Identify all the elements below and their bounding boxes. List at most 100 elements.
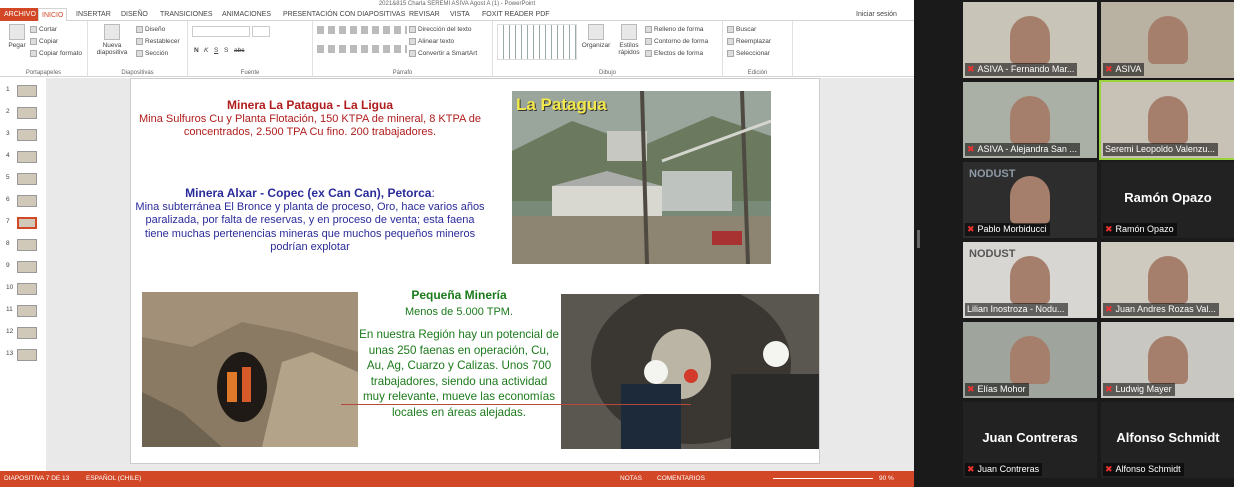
participant-name-tag: ✖ Ludwig Mayer [1103, 383, 1175, 396]
block2-colon: : [431, 186, 435, 200]
slide-thumbnail[interactable]: 5 [2, 170, 44, 188]
participant-tile[interactable]: NODUST Lilian Inostroza - Nodu... [963, 242, 1097, 318]
shapes-gallery[interactable] [497, 24, 577, 60]
tab-foxit[interactable]: FOXIT READER PDF [482, 8, 550, 21]
copy-label: Copiar [39, 38, 59, 46]
bold-button[interactable]: N [194, 47, 199, 54]
shape-fill-button[interactable]: Relleno de forma [645, 26, 704, 33]
block2-title: Minera Alxar - Copec (ex Can Can), Petor… [185, 186, 432, 200]
thumbnail-preview [17, 349, 37, 361]
muted-mic-icon: ✖ [967, 144, 975, 154]
brush-icon [30, 50, 37, 57]
format-painter-button[interactable]: Copiar formato [30, 50, 82, 57]
tab-vista[interactable]: VISTA [450, 8, 470, 21]
thumbnail-preview [17, 107, 37, 119]
group-label: Edición [747, 70, 768, 76]
copy-button[interactable]: Copiar [30, 38, 58, 45]
slide-thumbnail[interactable]: 10 [2, 280, 44, 298]
tab-animaciones[interactable]: ANIMACIONES [222, 8, 271, 21]
group-label: Portapapeles [25, 70, 62, 76]
paste-button[interactable]: Pegar [2, 24, 32, 49]
shape-effects-button[interactable]: Efectos de forma [645, 50, 703, 57]
tab-inicio[interactable]: INICIO [38, 8, 68, 21]
slide-thumbnail[interactable]: 2 [2, 104, 44, 122]
font-size-box[interactable] [252, 26, 270, 37]
tab-archivo[interactable]: ARCHIVO [0, 8, 40, 21]
reset-button[interactable]: Restablecer [136, 38, 180, 45]
alignment-row[interactable] [317, 45, 407, 53]
cut-button[interactable]: Cortar [30, 26, 57, 33]
participant-tile[interactable]: Alfonso Schmidt ✖ Alfonso Schmidt [1101, 402, 1234, 478]
participant-name: ASIVA - Fernando Mar... [977, 64, 1075, 74]
slide-thumbnail[interactable]: 11 [2, 302, 44, 320]
participant-tile[interactable]: ✖ ASIVA - Fernando Mar... [963, 2, 1097, 78]
tab-revisar[interactable]: REVISAR [409, 8, 440, 21]
muted-mic-icon: ✖ [1105, 304, 1113, 314]
slide-thumbnail[interactable]: 12 [2, 324, 44, 342]
comments-button[interactable]: COMENTARIOS [657, 471, 705, 487]
thumbnail-preview [17, 239, 37, 251]
participant-tile[interactable]: ✖ ASIVA - Alejandra San ... [963, 82, 1097, 158]
participant-name-large: Juan Contreras [982, 430, 1078, 445]
participant-name-tag: ✖ Alfonso Schmidt [1103, 463, 1184, 476]
participant-tile[interactable]: NODUST ✖ Pablo Morbiducci [963, 162, 1097, 238]
zoom-slider[interactable] [773, 478, 873, 479]
participant-name-tag: ✖ Ramón Opazo [1103, 223, 1177, 236]
new-slide-button[interactable]: Nueva diapositiva [92, 24, 132, 56]
tunnel-workers-photo [561, 284, 819, 449]
layout-button[interactable]: Diseño [136, 26, 165, 33]
participant-tile[interactable]: ✖ Juan Andres Rozas Val... [1101, 242, 1234, 318]
participant-tile[interactable]: Juan Contreras ✖ Juan Contreras [963, 402, 1097, 478]
thumbnail-preview [17, 151, 37, 163]
text-direction-button[interactable]: Dirección del texto [409, 26, 471, 33]
participant-tile[interactable]: ✖ ASIVA [1101, 2, 1234, 78]
participant-name-tag: Lilian Inostroza - Nodu... [965, 303, 1068, 316]
sign-in-link[interactable]: Iniciar sesión [856, 8, 897, 21]
participant-tile[interactable]: Ramón Opazo ✖ Ramón Opazo [1101, 162, 1234, 238]
notes-button[interactable]: NOTAS [620, 471, 642, 487]
tab-transiciones[interactable]: TRANSICIONES [160, 8, 213, 21]
tab-diseno[interactable]: DISEÑO [121, 8, 148, 21]
participant-tile[interactable]: ✖ Ludwig Mayer [1101, 322, 1234, 398]
strikethrough-button[interactable]: abc [234, 47, 244, 54]
underline-button[interactable]: S [214, 47, 218, 54]
participant-video [1148, 96, 1188, 144]
slide-thumbnail[interactable]: 13 [2, 346, 44, 364]
slide-thumbnail[interactable]: 3 [2, 126, 44, 144]
quick-styles-button[interactable]: Estilos rápidos [613, 24, 645, 56]
find-button[interactable]: Buscar [727, 26, 756, 33]
tab-presentacion[interactable]: PRESENTACIÓN CON DIAPOSITIVAS [283, 8, 405, 21]
format-painter-label: Copiar formato [39, 50, 82, 58]
replace-button[interactable]: Reemplazar [727, 38, 771, 45]
participant-tile[interactable]: ✖ Elías Mohor [963, 322, 1097, 398]
slide-thumbnail[interactable]: 1 [2, 82, 44, 100]
tab-insertar[interactable]: INSERTAR [76, 8, 111, 21]
participant-name-tag: Seremi Leopoldo Valenzu... [1103, 143, 1218, 156]
participant-name-tag: ✖ Juan Andres Rozas Val... [1103, 303, 1219, 316]
language-indicator[interactable]: ESPAÑOL (CHILE) [86, 471, 141, 487]
smartart-label: Convertir a SmartArt [418, 50, 478, 58]
participant-name: Pablo Morbiducci [977, 224, 1047, 234]
slide-thumbnail[interactable]: 4 [2, 148, 44, 166]
italic-button[interactable]: K [204, 47, 208, 54]
splitter-handle[interactable] [917, 230, 920, 248]
shadow-button[interactable]: S [224, 47, 228, 54]
arrange-button[interactable]: Organizar [579, 24, 613, 49]
slide[interactable]: Minera La Patagua - La Ligua Mina Sulfur… [130, 78, 820, 464]
font-name-box[interactable] [192, 26, 250, 37]
slide-thumbnail[interactable]: 8 [2, 236, 44, 254]
participant-name: Elías Mohor [977, 384, 1026, 394]
slide-thumbnail[interactable]: 7 [2, 214, 44, 232]
section-button[interactable]: Sección [136, 50, 168, 57]
shape-outline-button[interactable]: Contorno de forma [645, 38, 708, 45]
slide-thumbnail[interactable]: 6 [2, 192, 44, 210]
align-text-button[interactable]: Alinear texto [409, 38, 454, 45]
bullets-row[interactable] [317, 26, 407, 34]
select-button[interactable]: Seleccionar [727, 50, 770, 57]
smartart-button[interactable]: Convertir a SmartArt [409, 50, 477, 57]
participant-video [1010, 16, 1050, 64]
slide-thumbnail[interactable]: 9 [2, 258, 44, 276]
find-label: Buscar [736, 26, 757, 34]
participant-tile[interactable]: Seremi Leopoldo Valenzu... [1099, 80, 1234, 160]
paste-icon [9, 24, 25, 40]
